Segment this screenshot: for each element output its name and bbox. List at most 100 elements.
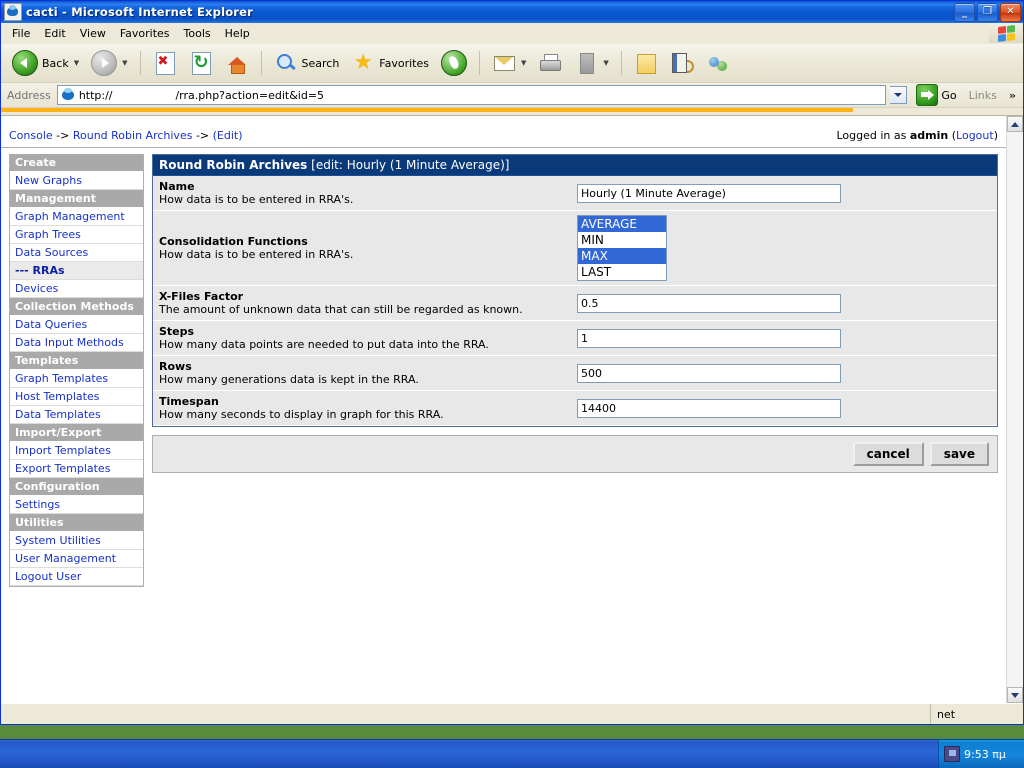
media-button[interactable]: [436, 48, 472, 78]
logout-link[interactable]: Logout: [956, 129, 994, 142]
consolidation-functions-listbox[interactable]: AVERAGE MIN MAX LAST: [577, 215, 667, 281]
toolbar-separator-3: [479, 51, 480, 75]
sidebar-item-data-templates[interactable]: Data Templates: [10, 406, 143, 424]
scroll-down-button[interactable]: [1007, 687, 1023, 703]
back-button[interactable]: Back ▼: [7, 48, 84, 78]
scroll-up-button[interactable]: [1007, 116, 1023, 132]
sidebar-item-import-templates[interactable]: Import Templates: [10, 442, 143, 460]
go-button[interactable]: Go: [912, 83, 960, 107]
listbox-option[interactable]: MIN: [578, 232, 666, 248]
menu-bar[interactable]: File Edit View Favorites Tools Help: [1, 23, 1023, 44]
toolbar-separator: [139, 51, 141, 75]
search-label: Search: [301, 56, 340, 70]
network-tray-icon[interactable]: [944, 746, 960, 762]
breadcrumb-current: (Edit): [212, 128, 243, 142]
form-row: Rows How many generations data is kept in…: [153, 356, 997, 391]
title-bar[interactable]: cacti - Microsoft Internet Explorer _ ❐ …: [1, 1, 1023, 23]
x-files-factor-input[interactable]: [577, 293, 841, 313]
favorites-button[interactable]: ★ Favorites: [346, 49, 434, 77]
sidebar-item-graph-templates[interactable]: Graph Templates: [10, 370, 143, 388]
edit-dropdown-icon[interactable]: ▼: [603, 59, 608, 67]
address-dropdown-button[interactable]: [890, 86, 908, 104]
back-dropdown-icon[interactable]: ▼: [74, 59, 79, 67]
refresh-icon: [189, 51, 213, 75]
menu-favorites[interactable]: Favorites: [113, 25, 177, 42]
name-input[interactable]: [577, 183, 841, 203]
forward-arrow-icon: [91, 50, 118, 76]
home-button[interactable]: [220, 49, 254, 77]
sidebar-header-utilities: Utilities: [10, 514, 143, 532]
cancel-button[interactable]: cancel: [852, 442, 924, 466]
form-row: Name How data is to be entered in RRA's.: [153, 176, 997, 211]
scrollbar-track[interactable]: [1007, 132, 1023, 687]
search-button[interactable]: Search: [269, 49, 345, 77]
go-arrow-icon: [916, 84, 939, 106]
stop-button[interactable]: [148, 49, 182, 77]
menu-view[interactable]: View: [73, 25, 113, 42]
menu-file[interactable]: File: [5, 25, 37, 42]
toolbar-overflow-chevron-icon[interactable]: »: [1005, 89, 1020, 102]
window-controls[interactable]: _ ❐ ✕: [954, 2, 1021, 22]
toolbar-separator-2: [260, 51, 262, 75]
forward-dropdown-icon[interactable]: ▼: [122, 59, 127, 67]
breadcrumb[interactable]: Console -> Round Robin Archives -> (Edit…: [9, 129, 243, 142]
sidebar-header-templates: Templates: [10, 352, 143, 370]
breadcrumb-console-link[interactable]: Console: [9, 129, 53, 142]
menu-help[interactable]: Help: [218, 25, 257, 42]
mail-button[interactable]: ▼: [487, 49, 531, 77]
sidebar-item-export-templates[interactable]: Export Templates: [10, 460, 143, 478]
field-control: [577, 398, 991, 418]
links-button[interactable]: Links: [965, 87, 1001, 104]
form-row: Timespan How many seconds to display in g…: [153, 391, 997, 426]
sidebar-item-data-input-methods[interactable]: Data Input Methods: [10, 334, 143, 352]
form-rows: NameHow data is to be entered in RRA's.C…: [153, 176, 997, 426]
field-label-block: Timespan How many seconds to display in g…: [159, 395, 577, 421]
sidebar-item-graph-trees[interactable]: Graph Trees: [10, 226, 143, 244]
save-button[interactable]: save: [929, 442, 989, 466]
menu-tools[interactable]: Tools: [177, 25, 218, 42]
vertical-scrollbar[interactable]: [1006, 116, 1023, 703]
favorites-label: Favorites: [379, 56, 429, 70]
status-bar: net: [1, 703, 1023, 724]
steps-input[interactable]: [577, 328, 841, 348]
browser-toolbar[interactable]: Back ▼ ▼ Search ★ Favorites: [1, 44, 1023, 83]
mail-dropdown-icon[interactable]: ▼: [521, 59, 526, 67]
discuss-button[interactable]: [629, 49, 663, 77]
taskbar-clock[interactable]: 9:53 πμ: [964, 748, 1006, 761]
edit-button[interactable]: ▼: [569, 49, 613, 77]
sidebar-item-settings[interactable]: Settings: [10, 496, 143, 514]
sidebar-item-devices[interactable]: Devices: [10, 280, 143, 298]
sidebar-item-graph-management[interactable]: Graph Management: [10, 208, 143, 226]
listbox-option[interactable]: LAST: [578, 264, 666, 280]
print-button[interactable]: [533, 49, 567, 77]
sidebar-item-user-management[interactable]: User Management: [10, 550, 143, 568]
minimize-button[interactable]: _: [954, 2, 975, 22]
sidebar-item-system-utilities[interactable]: System Utilities: [10, 532, 143, 550]
sidebar-item-logout-user[interactable]: Logout User: [10, 568, 143, 586]
form-row: X-Files Factor The amount of unknown data…: [153, 286, 997, 321]
menu-edit[interactable]: Edit: [37, 25, 72, 42]
research-button[interactable]: [665, 49, 699, 77]
close-button[interactable]: ✕: [1000, 2, 1021, 22]
listbox-option[interactable]: MAX: [578, 248, 666, 264]
sidebar-item-data-queries[interactable]: Data Queries: [10, 316, 143, 334]
refresh-button[interactable]: [184, 49, 218, 77]
mail-icon: [492, 51, 516, 75]
forward-button[interactable]: ▼: [86, 48, 132, 78]
rows-input[interactable]: [577, 363, 841, 383]
sidebar-item-data-sources[interactable]: Data Sources: [10, 244, 143, 262]
address-bar[interactable]: Address http:// /rra.php?action=edit&id=…: [1, 83, 1023, 108]
breadcrumb-section-link[interactable]: Round Robin Archives: [73, 129, 193, 142]
windows-taskbar[interactable]: 9:53 πμ: [0, 739, 1024, 768]
search-icon: [274, 51, 298, 75]
sidebar-item-rras[interactable]: --- RRAs: [10, 262, 143, 280]
timespan-input[interactable]: [577, 398, 841, 418]
listbox-option[interactable]: AVERAGE: [578, 216, 666, 232]
sidebar-item-new-graphs[interactable]: New Graphs: [10, 172, 143, 190]
messenger-button[interactable]: [701, 49, 735, 77]
system-tray[interactable]: 9:53 πμ: [938, 740, 1024, 768]
sidebar-navigation[interactable]: Create New Graphs Management Graph Manageme…: [9, 154, 144, 587]
restore-button[interactable]: ❐: [977, 2, 998, 22]
sidebar-item-host-templates[interactable]: Host Templates: [10, 388, 143, 406]
address-input[interactable]: http:// /rra.php?action=edit&id=5: [56, 85, 887, 105]
